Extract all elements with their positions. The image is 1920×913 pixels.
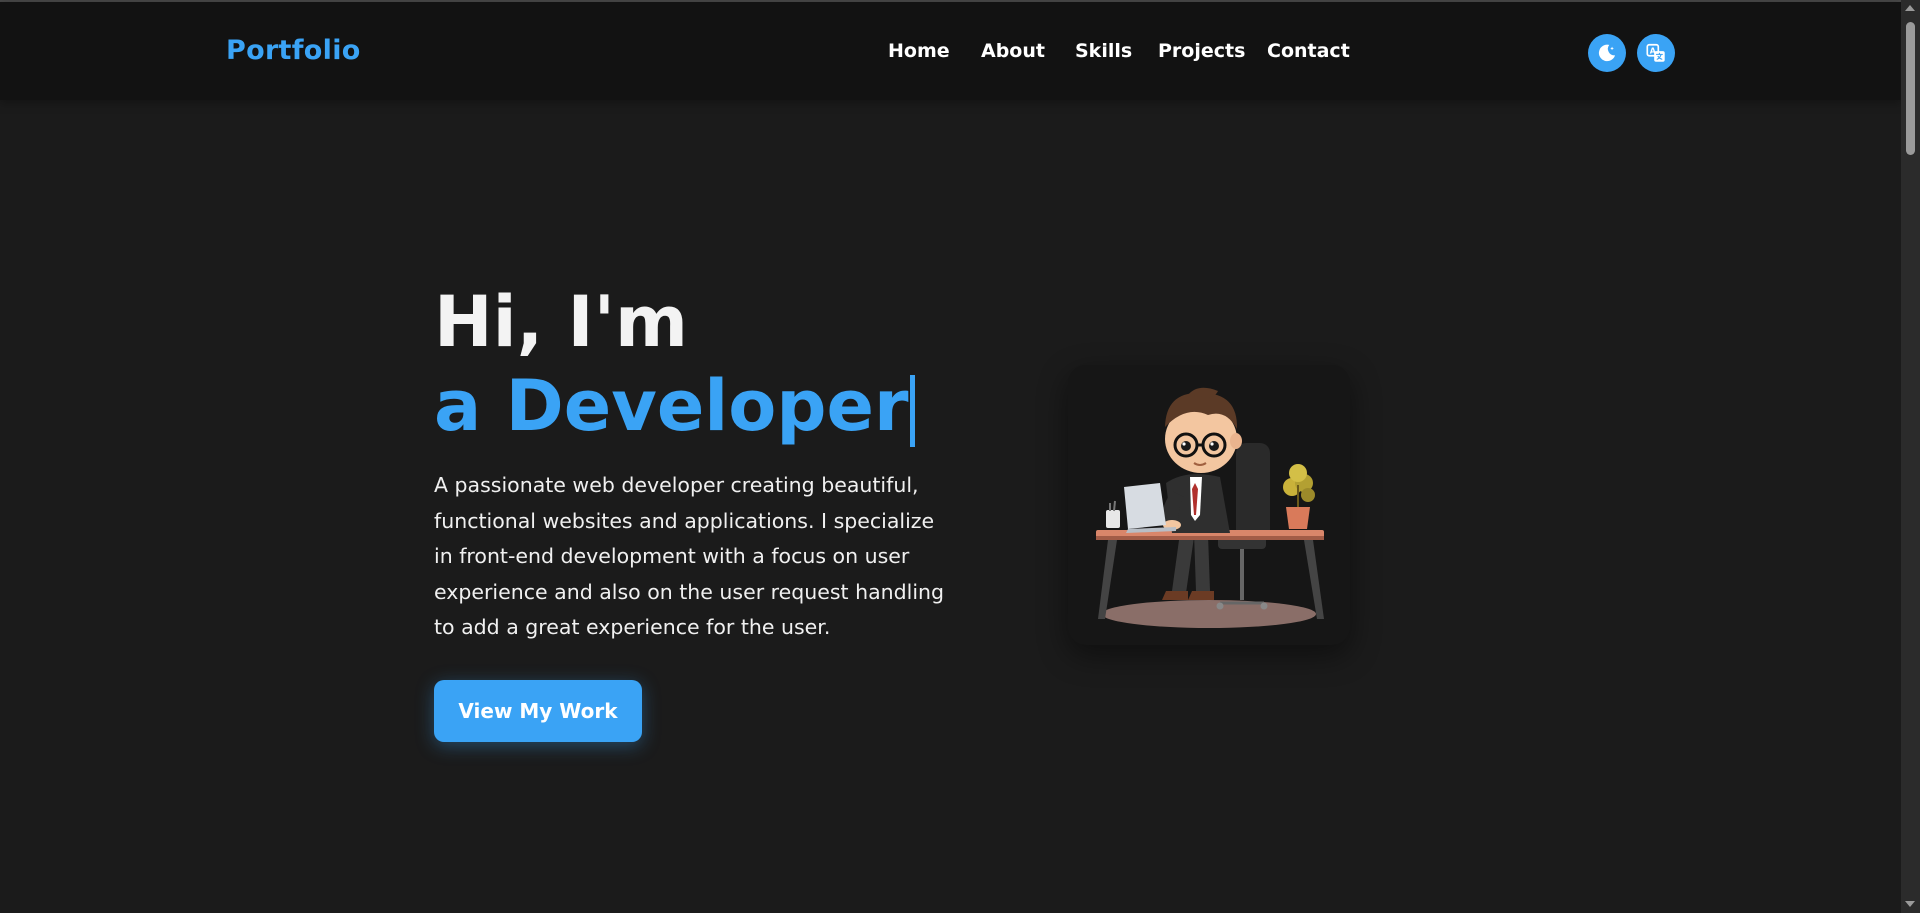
logo[interactable]: Portfolio <box>226 35 361 66</box>
scroll-down-arrow-icon[interactable] <box>1905 901 1915 907</box>
hero-greeting: Hi, I'm <box>434 281 688 363</box>
view-my-work-button[interactable]: View My Work <box>434 680 642 742</box>
developer-illustration-card <box>1068 365 1350 645</box>
nav-contact[interactable]: Contact <box>1267 40 1350 62</box>
hero-role: a Developer <box>434 365 909 447</box>
typing-cursor <box>910 375 916 447</box>
nav-skills[interactable]: Skills <box>1075 40 1132 62</box>
navbar: Portfolio Home About Skills Projects Con… <box>0 2 1901 100</box>
vertical-scrollbar[interactable] <box>1901 0 1920 913</box>
nav-home[interactable]: Home <box>888 40 950 62</box>
developer-illustration <box>1096 387 1324 628</box>
scroll-thumb[interactable] <box>1906 22 1915 155</box>
hero-heading: Hi, I'm a Developer <box>434 280 916 448</box>
language-toggle-button[interactable]: A <box>1637 34 1675 72</box>
scroll-up-arrow-icon[interactable] <box>1905 5 1915 11</box>
theme-toggle-button[interactable] <box>1588 34 1626 72</box>
portfolio-page: Portfolio Home About Skills Projects Con… <box>0 0 1920 913</box>
hero-description: A passionate web developer creating beau… <box>434 473 945 639</box>
translate-icon: A <box>1646 43 1665 62</box>
nav-about[interactable]: About <box>981 40 1045 62</box>
moon-icon <box>1598 44 1616 62</box>
nav-projects[interactable]: Projects <box>1158 40 1245 62</box>
